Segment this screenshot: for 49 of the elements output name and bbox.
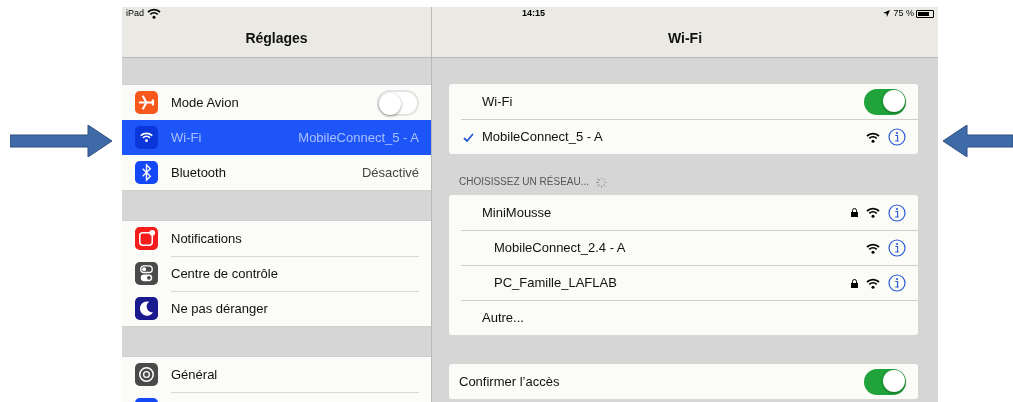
location-icon bbox=[883, 10, 891, 17]
battery-percent: 75 % bbox=[893, 7, 914, 20]
row-label: Centre de contrôle bbox=[171, 265, 278, 284]
other-network-link[interactable]: Autre... bbox=[482, 308, 524, 328]
network-row[interactable]: MiniMousse bbox=[449, 195, 918, 230]
row-label: Ne pas déranger bbox=[171, 300, 268, 319]
wifi-icon bbox=[866, 131, 880, 143]
spinner-icon bbox=[595, 176, 609, 189]
settings-row[interactable]: Ne pas déranger bbox=[122, 291, 431, 326]
info-icon[interactable] bbox=[888, 239, 906, 257]
row-value: Désactivé bbox=[361, 163, 419, 182]
row-label: Général bbox=[171, 365, 218, 384]
wifi-icon bbox=[866, 207, 880, 218]
wifi-icon bbox=[866, 242, 880, 254]
info-icon[interactable] bbox=[888, 128, 906, 146]
row-value: MobileConnect_5 - A bbox=[298, 128, 419, 147]
wifi-icon bbox=[147, 8, 161, 19]
settings-row[interactable]: Notifications bbox=[122, 221, 431, 256]
network-name: PC_Famille_LAFLAB bbox=[494, 274, 617, 293]
network-name: MobileConnect_2.4 - A bbox=[494, 239, 626, 258]
toggle-switch[interactable] bbox=[377, 89, 419, 116]
row-label: Notifications bbox=[171, 229, 242, 248]
network-row[interactable]: MobileConnect_5 - A bbox=[449, 119, 918, 154]
network-row[interactable]: MobileConnect_2.4 - A bbox=[449, 230, 918, 265]
info-icon[interactable] bbox=[888, 274, 906, 292]
row-label: Wi-Fi bbox=[171, 128, 202, 147]
network-name: MiniMousse bbox=[482, 203, 552, 222]
clock: 14:15 bbox=[522, 7, 546, 20]
network-name: MobileConnect_5 - A bbox=[482, 128, 603, 147]
info-icon[interactable] bbox=[888, 203, 906, 222]
section-header: CHOISISSEZ UN RÉSEAU... bbox=[459, 174, 590, 189]
battery-icon bbox=[916, 9, 934, 18]
settings-row[interactable]: Mode Avion bbox=[122, 85, 431, 120]
row-label: Mode Avion bbox=[171, 93, 239, 112]
nav-title: Réglages bbox=[245, 29, 308, 48]
arrow-icon bbox=[943, 125, 1013, 157]
device-name: iPad bbox=[126, 7, 144, 20]
row-label: Wi-Fi bbox=[482, 92, 513, 111]
wifi-icon bbox=[866, 277, 880, 289]
settings-row[interactable]: Centre de contrôle bbox=[122, 256, 431, 291]
row-label: Confirmer l’accès bbox=[459, 372, 560, 391]
network-row[interactable]: PC_Famille_LAFLAB bbox=[449, 265, 918, 300]
checkmark-icon bbox=[463, 132, 474, 142]
arrow-icon bbox=[10, 125, 112, 157]
settings-row[interactable]: Bluetooth Désactivé bbox=[122, 155, 431, 190]
row-label: Bluetooth bbox=[171, 163, 226, 182]
toggle-switch[interactable] bbox=[864, 368, 906, 395]
nav-title: Wi-Fi bbox=[667, 29, 703, 48]
toggle-switch[interactable] bbox=[864, 88, 906, 115]
